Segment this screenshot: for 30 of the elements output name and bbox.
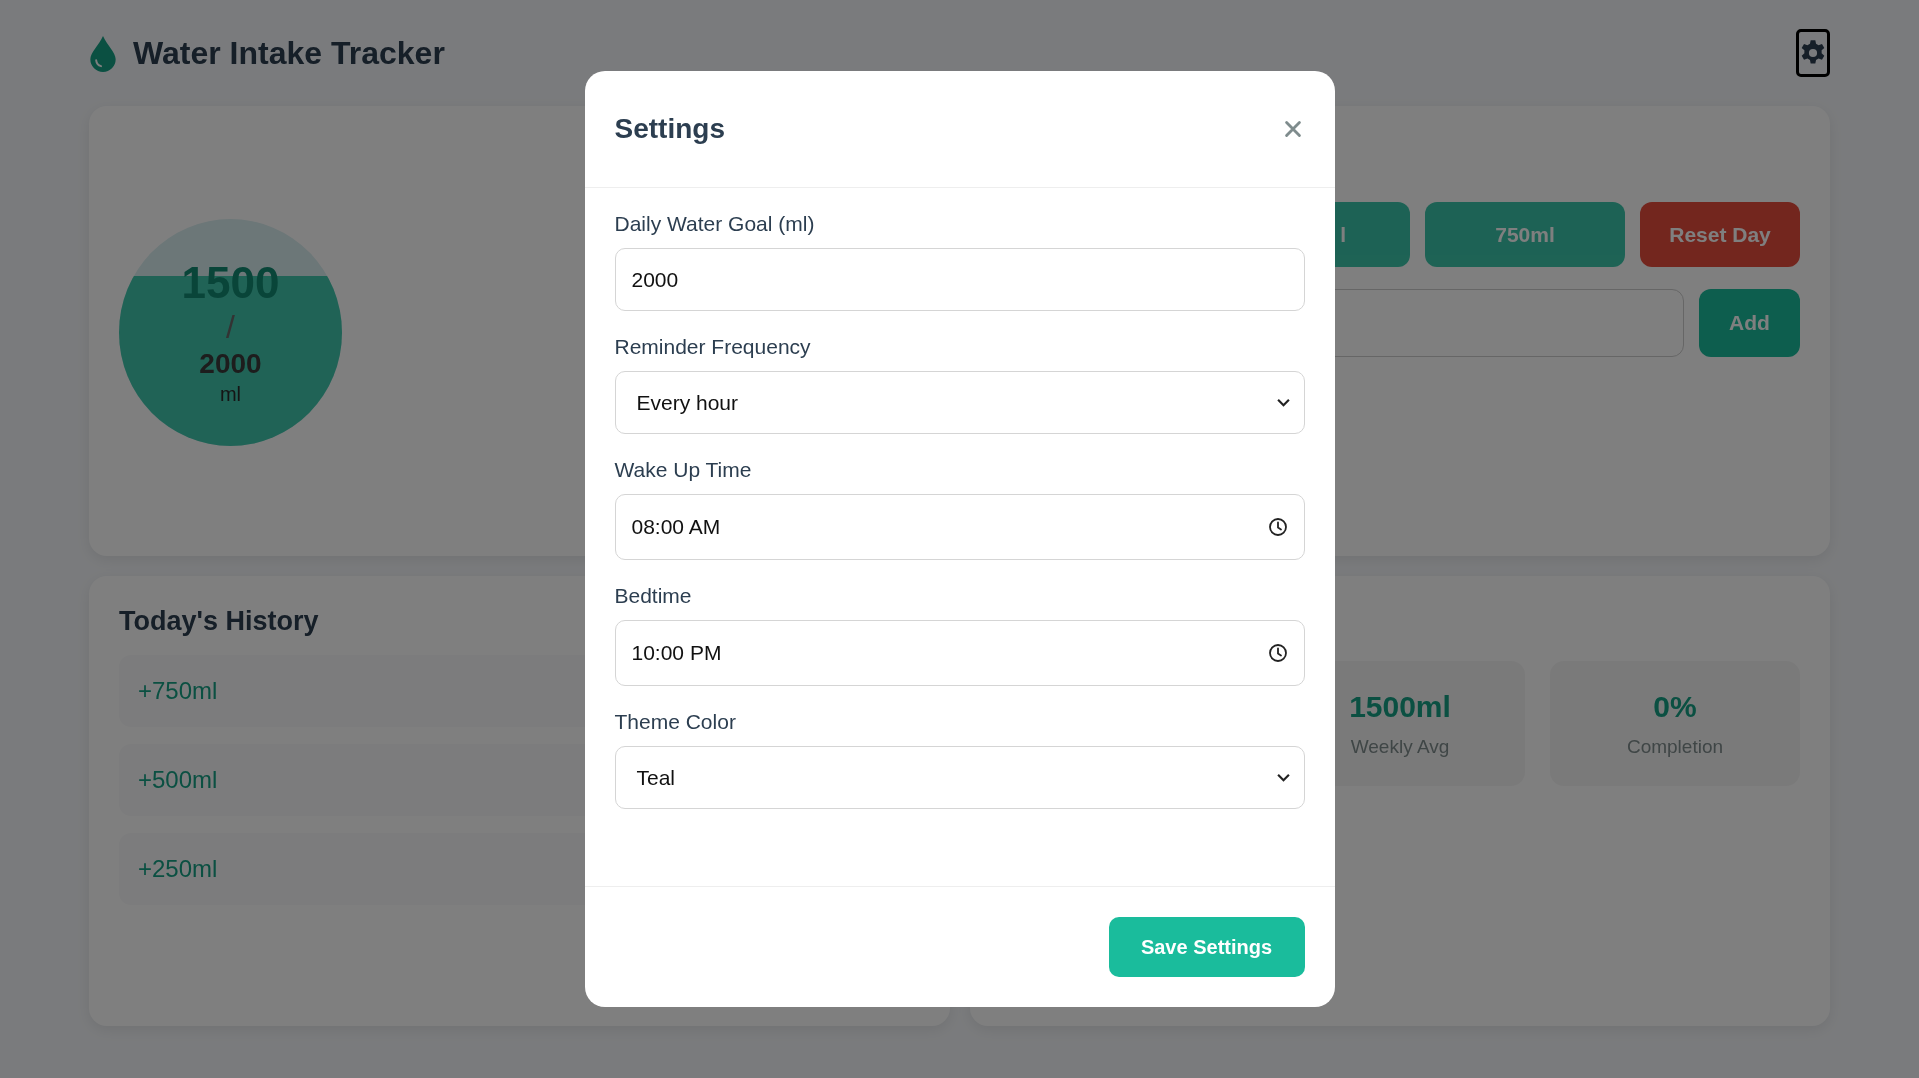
field-label: Reminder Frequency — [614, 335, 812, 359]
close-icon — [1283, 120, 1302, 138]
field-label: Daily Water Goal (ml) — [614, 212, 816, 236]
goal-input-field[interactable]: 2000 — [614, 248, 1305, 311]
time-input-field[interactable]: 08:00 AM — [614, 494, 1305, 560]
stat-value: 1500ml — [1349, 689, 1451, 724]
dialog-title: Settings — [614, 113, 725, 145]
history-title: Today's History — [119, 606, 320, 637]
goal-amount: 2000 — [199, 347, 262, 382]
unit-label: ml — [219, 382, 242, 406]
clock-icon — [1267, 643, 1288, 663]
settings-button[interactable] — [1796, 29, 1830, 77]
field-label: Theme Color — [614, 710, 737, 734]
chevron-down-icon — [1276, 773, 1290, 782]
stat-value: 0% — [1653, 689, 1697, 724]
clock-icon — [1267, 517, 1288, 537]
field-label: Wake Up Time — [614, 458, 753, 482]
field-label: Bedtime — [614, 584, 693, 608]
stat-label: Weekly Avg — [1350, 735, 1450, 758]
stat-label: Completion — [1626, 735, 1724, 758]
water-drop-icon — [89, 34, 117, 72]
dropdown-field[interactable]: Every hour — [614, 371, 1305, 434]
dropdown-field[interactable]: Teal — [614, 746, 1305, 809]
app-title: Water Intake Tracker — [133, 34, 445, 72]
entry-amount: +750ml — [138, 677, 218, 705]
chevron-down-icon — [1276, 398, 1290, 407]
separator: / — [226, 307, 235, 347]
entry-amount: +250ml — [138, 855, 218, 883]
entry-amount: +500ml — [138, 766, 218, 794]
time-input-field[interactable]: 10:00 PM — [614, 620, 1305, 686]
